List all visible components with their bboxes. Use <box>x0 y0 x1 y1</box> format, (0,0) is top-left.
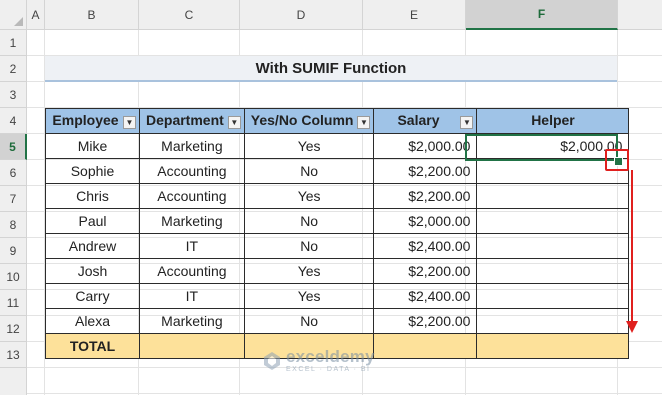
column-header-blank <box>618 0 662 30</box>
cell-helper[interactable] <box>476 258 630 284</box>
filter-dropdown-icon[interactable]: ▼ <box>123 116 136 129</box>
row-header-11[interactable]: 11 <box>0 290 27 316</box>
total-label[interactable]: TOTAL <box>45 333 140 359</box>
row-header-12[interactable]: 12 <box>0 316 27 342</box>
cell-helper[interactable] <box>476 283 630 309</box>
filter-dropdown-icon[interactable]: ▼ <box>460 116 474 129</box>
cell-department[interactable]: IT <box>139 283 245 309</box>
row-header-6[interactable]: 6 <box>0 160 27 186</box>
cell-department[interactable]: IT <box>139 233 245 259</box>
column-header-c[interactable]: C <box>139 0 240 30</box>
cell-employee[interactable]: Josh <box>45 258 140 284</box>
cell-employee[interactable]: Andrew <box>45 233 140 259</box>
cell-employee[interactable]: Chris <box>45 183 140 209</box>
cell-salary[interactable]: $2,200.00 <box>373 183 478 209</box>
header-salary[interactable]: Salary ▼ <box>373 108 478 134</box>
cell-yesno[interactable]: No <box>243 208 375 234</box>
column-header-f[interactable]: F <box>466 0 618 30</box>
row-header-4[interactable]: 4 <box>0 108 27 134</box>
header-yesno-label: Yes/No Column <box>250 111 354 128</box>
cell-salary[interactable]: $2,400.00 <box>373 283 478 309</box>
select-all-triangle-icon <box>14 17 23 26</box>
row-header-5[interactable]: 5 <box>0 134 27 160</box>
cell-department[interactable]: Marketing <box>139 208 245 234</box>
cell-yesno[interactable]: Yes <box>243 183 375 209</box>
sheet-title[interactable]: With SUMIF Function <box>45 56 617 82</box>
cell-yesno[interactable]: No <box>243 158 375 184</box>
cell-department[interactable]: Accounting <box>139 258 245 284</box>
row-header-2[interactable]: 2 <box>0 56 27 82</box>
drag-down-arrow-line <box>631 170 633 322</box>
table-row: Mike Marketing Yes $2,000.00 $2,000.00 <box>45 133 630 159</box>
header-row: Employee ▼ Department ▼ Yes/No Column ▼ Sal… <box>45 108 630 134</box>
cell-employee[interactable]: Sophie <box>45 158 140 184</box>
cell-yesno[interactable]: Yes <box>243 283 375 309</box>
cell-salary[interactable]: $2,000.00 <box>373 133 478 159</box>
cell-yesno[interactable]: No <box>243 233 375 259</box>
filter-dropdown-icon[interactable]: ▼ <box>357 116 371 129</box>
cell-salary[interactable]: $2,200.00 <box>373 308 478 334</box>
column-header-e[interactable]: E <box>363 0 466 30</box>
cell-employee[interactable]: Alexa <box>45 308 140 334</box>
cell-employee[interactable]: Carry <box>45 283 140 309</box>
cell-department[interactable]: Accounting <box>139 183 245 209</box>
exceldemy-logo-icon <box>264 352 280 370</box>
cell-employee[interactable]: Mike <box>45 133 140 159</box>
table-row: Josh Accounting Yes $2,200.00 <box>45 258 630 284</box>
table-row: Carry IT Yes $2,400.00 <box>45 283 630 309</box>
cell-department[interactable]: Marketing <box>139 308 245 334</box>
total-cell[interactable] <box>476 333 630 359</box>
row-header-1[interactable]: 1 <box>0 30 27 56</box>
cell-department[interactable]: Accounting <box>139 158 245 184</box>
row-header-8[interactable]: 8 <box>0 212 27 238</box>
watermark-name: exceldemy <box>286 347 375 366</box>
table-row: Andrew IT No $2,400.00 <box>45 233 630 259</box>
row-header-3[interactable]: 3 <box>0 82 27 108</box>
total-cell[interactable] <box>373 333 478 359</box>
column-header-d[interactable]: D <box>240 0 363 30</box>
table-row: Sophie Accounting No $2,200.00 <box>45 158 630 184</box>
header-salary-label: Salary <box>397 111 440 128</box>
cell-helper[interactable] <box>476 233 630 259</box>
header-employee-label: Employee <box>52 111 119 128</box>
cell-yesno[interactable]: No <box>243 308 375 334</box>
column-header-b[interactable]: B <box>45 0 139 30</box>
filter-dropdown-icon[interactable]: ▼ <box>227 116 241 129</box>
table-row: Chris Accounting Yes $2,200.00 <box>45 183 630 209</box>
cell-helper[interactable] <box>476 183 630 209</box>
header-employee[interactable]: Employee ▼ <box>45 108 140 134</box>
watermark: exceldemy EXCEL · DATA · BI <box>262 348 375 374</box>
header-department[interactable]: Department ▼ <box>139 108 245 134</box>
cell-yesno[interactable]: Yes <box>243 133 375 159</box>
cell-salary[interactable]: $2,400.00 <box>373 233 478 259</box>
total-cell[interactable] <box>139 333 245 359</box>
cell-department[interactable]: Marketing <box>139 133 245 159</box>
data-table: Employee ▼ Department ▼ Yes/No Column ▼ Sal… <box>45 108 630 359</box>
cell-salary[interactable]: $2,200.00 <box>373 158 478 184</box>
cell-helper[interactable] <box>476 308 630 334</box>
drag-down-arrow-icon <box>626 321 638 333</box>
header-helper[interactable]: Helper <box>476 108 630 134</box>
table-row: Paul Marketing No $2,000.00 <box>45 208 630 234</box>
cell-yesno[interactable]: Yes <box>243 258 375 284</box>
row-header-10[interactable]: 10 <box>0 264 27 290</box>
cell-salary[interactable]: $2,000.00 <box>373 208 478 234</box>
cell-helper[interactable] <box>476 208 630 234</box>
header-department-label: Department <box>146 111 224 128</box>
spreadsheet: A B C D E F 1 2 3 4 5 6 7 8 9 10 11 12 1… <box>0 0 662 395</box>
select-all-corner[interactable] <box>0 0 27 30</box>
fill-handle-highlight-box <box>605 149 629 171</box>
table-row: Alexa Marketing No $2,200.00 <box>45 308 630 334</box>
cell-salary[interactable]: $2,200.00 <box>373 258 478 284</box>
row-header-9[interactable]: 9 <box>0 238 27 264</box>
watermark-tagline: EXCEL · DATA · BI <box>286 366 371 373</box>
header-helper-label: Helper <box>531 111 575 128</box>
column-header-a[interactable]: A <box>27 0 45 30</box>
cell-employee[interactable]: Paul <box>45 208 140 234</box>
header-yesno[interactable]: Yes/No Column ▼ <box>243 108 375 134</box>
row-header-7[interactable]: 7 <box>0 186 27 212</box>
row-header-13[interactable]: 13 <box>0 342 27 368</box>
row-header-overflow <box>0 368 27 395</box>
